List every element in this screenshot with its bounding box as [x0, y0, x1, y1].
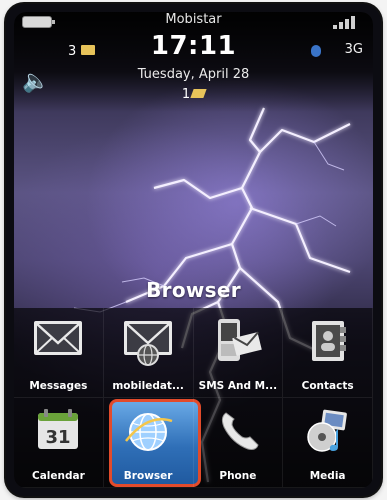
app-label: Messages	[29, 380, 88, 392]
unread-messages[interactable]: 1	[14, 87, 373, 102]
signal-strength-icon	[333, 15, 357, 29]
sms-mms-icon	[217, 319, 262, 361]
unread-envelope-icon	[190, 89, 207, 98]
calendar-icon: 31	[38, 409, 79, 449]
focused-app-label: Browser	[146, 278, 241, 302]
media-icon	[306, 409, 347, 452]
app-mobiledata[interactable]: mobiledat...	[103, 308, 194, 398]
app-label: mobiledat...	[112, 380, 184, 392]
unread-count: 1	[181, 87, 191, 102]
app-contacts[interactable]: Contacts	[283, 308, 373, 398]
app-phone[interactable]: Phone	[193, 398, 284, 488]
phone-handset-icon	[221, 412, 259, 450]
app-dock: Messages mobiledat... SMS And M... Conta…	[14, 308, 373, 488]
app-calendar[interactable]: 31 Calendar	[14, 398, 104, 488]
app-label: Browser	[123, 470, 173, 482]
network-type: 3G	[344, 42, 363, 57]
app-label: Calendar	[31, 470, 85, 482]
app-sms-mms[interactable]: SMS And M...	[193, 308, 284, 398]
mobile-data-mail-icon	[124, 321, 173, 366]
envelope-icon	[34, 321, 83, 355]
phone-device: Mobistar 3 17:11 3G Tuesday, April 28 🔈 …	[6, 4, 381, 496]
globe-icon	[125, 413, 173, 451]
app-browser[interactable]: Browser	[103, 398, 194, 488]
home-screen: Mobistar 3 17:11 3G Tuesday, April 28 🔈 …	[14, 12, 373, 488]
app-messages[interactable]: Messages	[14, 308, 104, 398]
app-label: Media	[309, 470, 346, 482]
app-label: Contacts	[301, 380, 354, 392]
calendar-day: 31	[46, 427, 71, 448]
bluetooth-icon	[311, 45, 321, 57]
contacts-book-icon	[311, 321, 346, 361]
app-label: Phone	[219, 470, 257, 482]
carrier-name: Mobistar	[165, 12, 222, 27]
app-media[interactable]: Media	[283, 398, 373, 488]
app-label: SMS And M...	[198, 380, 278, 392]
